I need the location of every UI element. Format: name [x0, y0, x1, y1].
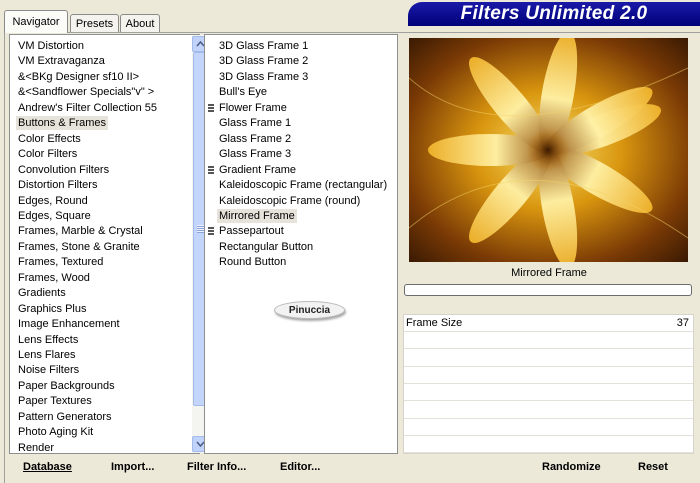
filter-item[interactable]: Kaleidoscopic Frame (round) — [217, 194, 362, 208]
filter-item[interactable]: Passepartout — [208, 224, 286, 238]
filter-item[interactable]: Bull's Eye — [217, 85, 269, 99]
category-item[interactable]: Pattern Generators — [16, 410, 114, 424]
bottom-toolbar-right: Randomize Reset — [404, 457, 694, 481]
category-item[interactable]: VM Distortion — [16, 39, 86, 53]
category-item[interactable]: Frames, Marble & Crystal — [16, 224, 145, 238]
param-value[interactable]: 37 — [677, 317, 689, 329]
category-item[interactable]: &<Sandflower Specials"v" > — [16, 85, 156, 99]
category-item[interactable]: Photo Aging Kit — [16, 425, 95, 439]
filter-item[interactable]: Glass Frame 2 — [217, 132, 293, 146]
filter-item[interactable]: Mirrored Frame — [217, 208, 297, 223]
category-item[interactable]: Color Filters — [16, 147, 79, 161]
param-row[interactable] — [404, 436, 693, 454]
flower-preview-graphic — [409, 38, 688, 262]
param-row[interactable] — [404, 384, 693, 402]
filter-item[interactable]: 3D Glass Frame 3 — [217, 70, 310, 84]
import-button[interactable]: Import... — [111, 461, 154, 473]
category-item[interactable]: Graphics Plus — [16, 302, 88, 316]
import-label: Import... — [111, 461, 155, 473]
param-row[interactable] — [404, 332, 693, 350]
tab-navigator[interactable]: Navigator — [4, 10, 68, 33]
category-item[interactable]: Frames, Textured — [16, 255, 105, 269]
editor-button[interactable]: Editor... — [280, 461, 320, 473]
category-list[interactable]: VM Distortion VM Extravaganza &<BKg Design… — [9, 34, 209, 455]
randomize-label: Randomize — [542, 461, 601, 473]
category-item[interactable]: Noise Filters — [16, 363, 81, 377]
category-item[interactable]: Lens Effects — [16, 333, 80, 347]
category-item[interactable]: Edges, Square — [16, 209, 93, 223]
param-row[interactable]: Frame Size 37 — [404, 315, 693, 332]
progress-bar — [404, 284, 692, 296]
filter-info-button[interactable]: Filter Info... — [187, 461, 246, 473]
database-label: Database — [23, 461, 72, 473]
category-item[interactable]: Gradients — [16, 286, 68, 300]
filter-item[interactable]: 3D Glass Frame 2 — [217, 54, 310, 68]
app-title: Filters Unlimited 2.0 — [460, 3, 648, 24]
category-item[interactable]: Andrew's Filter Collection 55 — [16, 101, 159, 115]
editor-label: Editor... — [280, 461, 321, 473]
category-item[interactable]: Lens Flares — [16, 348, 77, 362]
database-button[interactable]: Database — [23, 461, 72, 473]
preview-label: Mirrored Frame — [511, 267, 587, 279]
category-item[interactable]: Frames, Stone & Granite — [16, 240, 142, 254]
parameter-panel[interactable]: Frame Size 37 — [403, 314, 694, 454]
category-item[interactable]: Edges, Round — [16, 194, 90, 208]
category-item[interactable]: Distortion Filters — [16, 178, 99, 192]
category-item[interactable]: Paper Textures — [16, 394, 94, 408]
title-banner: Filters Unlimited 2.0 — [408, 2, 700, 26]
filter-item[interactable]: Gradient Frame — [207, 163, 298, 177]
category-item[interactable]: Convolution Filters — [16, 163, 111, 177]
param-label: Frame Size — [406, 317, 463, 329]
param-row[interactable] — [404, 349, 693, 367]
tab-about[interactable]: About — [120, 14, 160, 32]
randomize-button[interactable]: Randomize — [542, 461, 601, 473]
filter-item[interactable]: Flower Frame — [208, 101, 289, 115]
preview-image — [409, 38, 688, 262]
bottom-toolbar: Database Import... Filter Info... Editor… — [9, 457, 398, 481]
category-item[interactable]: Render — [16, 441, 56, 455]
tab-presets[interactable]: Presets — [70, 14, 119, 32]
filter-item[interactable]: Glass Frame 1 — [217, 116, 293, 130]
filter-item[interactable]: Rectangular Button — [217, 240, 315, 254]
param-row[interactable] — [404, 366, 693, 384]
filter-item[interactable]: Glass Frame 3 — [217, 147, 293, 161]
filter-list[interactable]: Pinuccia 3D Glass Frame 1 3D Glass Frame … — [204, 34, 398, 454]
param-row[interactable] — [404, 401, 693, 419]
category-item[interactable]: Color Effects — [16, 132, 83, 146]
pinuccia-logo: Pinuccia — [274, 301, 345, 319]
category-item[interactable]: Buttons & Frames — [16, 116, 109, 131]
filter-info-label: Filter Info... — [187, 461, 247, 473]
filter-item[interactable]: Round Button — [217, 255, 288, 269]
filter-item[interactable]: 3D Glass Frame 1 — [217, 39, 310, 53]
param-row[interactable] — [404, 418, 693, 436]
category-item[interactable]: Image Enhancement — [16, 317, 122, 331]
filter-item[interactable]: Kaleidoscopic Frame (rectangular) — [217, 178, 389, 192]
category-item[interactable]: Paper Backgrounds — [16, 379, 117, 393]
reset-button[interactable]: Reset — [638, 461, 668, 473]
category-item[interactable]: &<BKg Designer sf10 II> — [16, 70, 141, 84]
category-item[interactable]: Frames, Wood — [16, 271, 92, 285]
grip-icon — [197, 225, 204, 233]
category-item[interactable]: VM Extravaganza — [16, 54, 107, 68]
reset-label: Reset — [638, 461, 668, 473]
